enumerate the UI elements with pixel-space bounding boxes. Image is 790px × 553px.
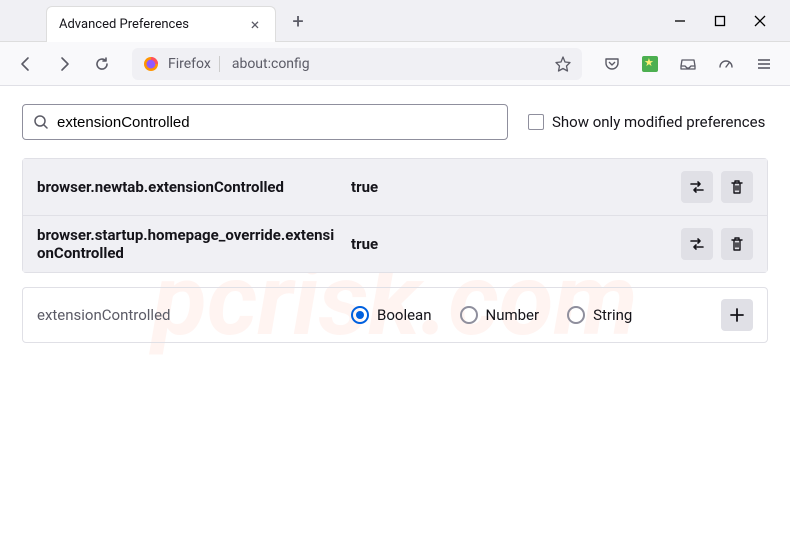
radio-label: Boolean: [377, 306, 432, 324]
add-button[interactable]: [721, 299, 753, 331]
checkbox-icon: [528, 114, 544, 130]
delete-button[interactable]: [721, 171, 753, 203]
pref-row: browser.newtab.extensionControlled true: [23, 159, 767, 215]
firefox-icon: [142, 55, 160, 73]
browser-tab[interactable]: Advanced Preferences ×: [46, 6, 276, 42]
preferences-table: browser.newtab.extensionControlled true …: [22, 158, 768, 273]
menu-button[interactable]: [748, 48, 780, 80]
reload-button[interactable]: [86, 48, 118, 80]
new-pref-name: extensionControlled: [37, 306, 337, 324]
radio-icon: [567, 306, 585, 324]
toolbar: Firefox about:config: [0, 42, 790, 86]
new-tab-button[interactable]: +: [284, 7, 312, 35]
radio-label: String: [593, 306, 632, 324]
close-window-button[interactable]: [750, 11, 770, 31]
back-button[interactable]: [10, 48, 42, 80]
pref-name: browser.startup.homepage_override.extens…: [37, 226, 337, 262]
radio-icon: [460, 306, 478, 324]
checkbox-label: Show only modified preferences: [552, 113, 765, 131]
delete-button[interactable]: [721, 228, 753, 260]
forward-button[interactable]: [48, 48, 80, 80]
url-bar[interactable]: Firefox about:config: [132, 48, 582, 80]
show-modified-checkbox[interactable]: Show only modified preferences: [528, 113, 765, 131]
search-box[interactable]: [22, 104, 508, 140]
tab-title: Advanced Preferences: [59, 17, 239, 32]
dashboard-icon[interactable]: [710, 48, 742, 80]
type-radio-group: Boolean Number String: [351, 306, 707, 324]
close-tab-icon[interactable]: ×: [247, 16, 263, 32]
toggle-button[interactable]: [681, 171, 713, 203]
radio-icon: [351, 306, 369, 324]
inbox-icon[interactable]: [672, 48, 704, 80]
search-input[interactable]: [57, 114, 497, 131]
new-pref-row: extensionControlled Boolean Number Strin…: [22, 287, 768, 343]
radio-string[interactable]: String: [567, 306, 632, 324]
pref-row: browser.startup.homepage_override.extens…: [23, 215, 767, 272]
radio-label: Number: [486, 306, 540, 324]
toggle-button[interactable]: [681, 228, 713, 260]
search-icon: [33, 114, 49, 130]
pocket-icon[interactable]: [596, 48, 628, 80]
url-text: about:config: [228, 56, 546, 72]
content-area: Show only modified preferences browser.n…: [0, 86, 790, 361]
titlebar: Advanced Preferences × +: [0, 0, 790, 42]
extension-icon[interactable]: [634, 48, 666, 80]
pref-value: true: [351, 235, 667, 253]
minimize-button[interactable]: [670, 11, 690, 31]
maximize-button[interactable]: [710, 11, 730, 31]
pref-value: true: [351, 178, 667, 196]
bookmark-star-icon[interactable]: [554, 55, 572, 73]
pref-name: browser.newtab.extensionControlled: [37, 178, 337, 196]
url-identity: Firefox: [168, 56, 220, 72]
radio-number[interactable]: Number: [460, 306, 540, 324]
radio-boolean[interactable]: Boolean: [351, 306, 432, 324]
